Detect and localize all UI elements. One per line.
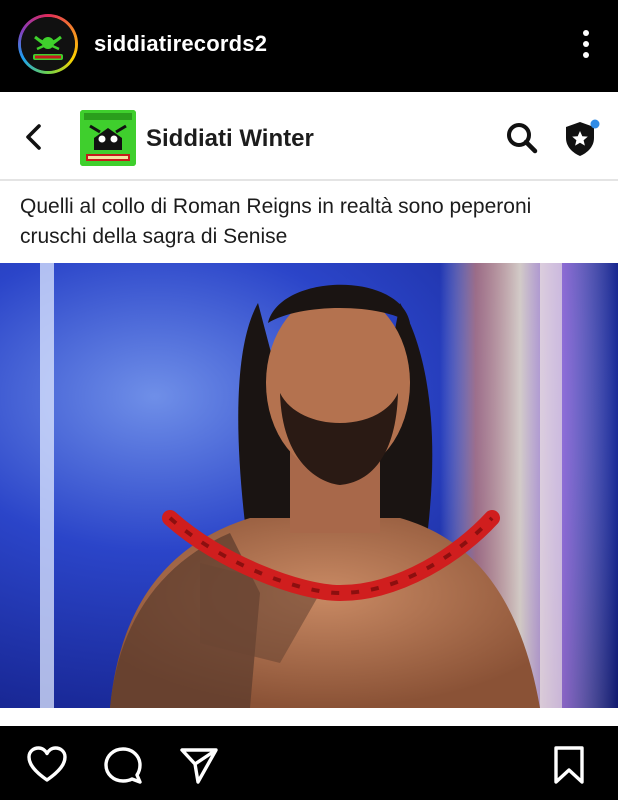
post-photo <box>0 263 618 708</box>
divider <box>0 179 618 181</box>
avatar[interactable] <box>18 14 78 74</box>
page-toolbar: Siddiati Winter <box>0 92 618 180</box>
send-icon[interactable] <box>178 744 220 786</box>
search-icon[interactable] <box>504 120 540 156</box>
action-bar <box>0 726 618 800</box>
logo-avatar-icon <box>21 17 75 71</box>
shield-star-icon[interactable] <box>562 118 602 158</box>
page-title[interactable]: Siddiati Winter <box>146 125 314 153</box>
post-image-card: Siddiati Winter Quelli al collo di Roman… <box>0 92 618 726</box>
heart-icon[interactable] <box>26 744 68 786</box>
notification-dot <box>590 119 600 129</box>
chevron-left-icon[interactable] <box>22 122 46 152</box>
post-caption: Quelli al collo di Roman Reigns in realt… <box>20 195 532 248</box>
comment-icon[interactable] <box>102 744 144 786</box>
username[interactable]: siddiatirecords2 <box>94 31 267 57</box>
more-vertical-icon[interactable] <box>582 30 590 62</box>
instagram-post-screen: siddiatirecords2 Siddiati Winter Quelli … <box>0 0 618 800</box>
post-header: siddiatirecords2 <box>0 0 618 92</box>
page-logo <box>80 110 136 166</box>
card-bottom-strip <box>0 708 618 726</box>
bookmark-icon[interactable] <box>548 744 590 786</box>
